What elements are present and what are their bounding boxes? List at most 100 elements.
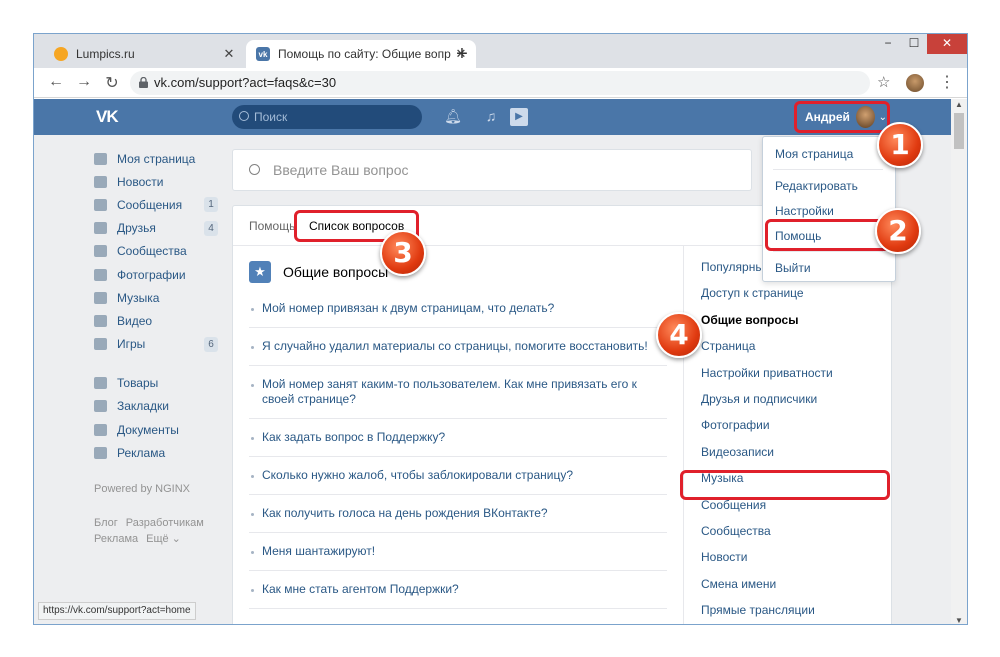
status-bar: https://vk.com/support?act=home (38, 602, 196, 620)
sidebar-item[interactable]: Друзья 4 (94, 217, 224, 240)
footer-link-more[interactable]: Ещё ⌄ (146, 533, 181, 545)
minimize-icon[interactable]: − (875, 34, 901, 54)
divider (773, 169, 883, 170)
dropdown-item-edit[interactable]: Редактировать (775, 179, 858, 193)
sidebar-item[interactable]: Моя страница (94, 147, 224, 170)
star-icon (94, 400, 107, 413)
section-title: Общие вопросы (283, 264, 389, 280)
sidebar-item[interactable]: Фотографии (94, 263, 224, 286)
maximize-icon[interactable]: ☐ (901, 34, 927, 54)
sidebar-item-label: Видео (117, 313, 153, 328)
sidebar-item-label: Друзья (117, 221, 156, 236)
tab-bar: Lumpics.ru ✕ vk Помощь по сайту: Общие в… (34, 34, 967, 68)
message-icon (94, 198, 107, 211)
sidebar-item-label: Новости (117, 174, 164, 189)
breadcrumb-help-link[interactable]: Помощь (249, 219, 295, 233)
vk-logo[interactable]: VK (96, 107, 119, 127)
category-item[interactable]: Фотографии (684, 412, 892, 438)
footer-link-blog[interactable]: Блог (94, 517, 118, 529)
sidebar-item-label: Реклама (117, 445, 166, 460)
profile-avatar[interactable] (906, 74, 924, 92)
star-icon: ★ (249, 261, 271, 283)
search-icon (249, 164, 260, 175)
bell-icon[interactable]: 🔔︎ (444, 108, 462, 126)
scroll-up-icon[interactable]: ▲ (955, 100, 963, 109)
vertical-scrollbar[interactable]: ▲ ▼ (951, 99, 967, 624)
category-item[interactable]: Сообщества (684, 518, 892, 544)
sidebar-item-label: Игры (117, 337, 146, 352)
friends-icon (94, 222, 107, 235)
question-link[interactable]: Как мне стать агентом Поддержки? (249, 571, 667, 609)
question-search-input[interactable]: Введите Ваш вопрос (232, 149, 752, 191)
scroll-down-icon[interactable]: ▼ (955, 616, 963, 624)
category-item[interactable]: Настройки приватности (684, 360, 892, 386)
sidebar-item[interactable]: Документы (94, 418, 224, 441)
play-icon[interactable]: ▶ (510, 108, 528, 126)
music-icon (94, 291, 107, 304)
reload-icon[interactable]: ↻ (102, 73, 122, 93)
dropdown-item-settings[interactable]: Настройки (775, 204, 834, 218)
step-badge-4: 4 (656, 312, 702, 358)
sidebar-item[interactable]: Закладки (94, 395, 224, 418)
category-item[interactable]: Смена имени (684, 571, 892, 597)
question-link[interactable]: Мой номер занят каким-то пользователем. … (249, 366, 667, 419)
sidebar-item-label: Моя страница (117, 151, 196, 166)
forward-arrow-icon[interactable]: → (74, 73, 94, 91)
scroll-thumb[interactable] (954, 113, 964, 149)
news-icon (94, 175, 107, 188)
games-icon (94, 338, 107, 351)
sidebar-item[interactable]: Видео (94, 309, 224, 332)
category-item[interactable]: Новости (684, 544, 892, 570)
browser-toolbar: ← → ↻ vk.com/support?act=faqs&c=30 ☆ ⋮ (34, 68, 967, 98)
question-link[interactable]: Меня шантажируют! (249, 533, 667, 571)
back-arrow-icon[interactable]: ← (46, 73, 66, 91)
count-badge: 1 (204, 197, 218, 213)
question-link[interactable]: Мой номер привязан к двум страницам, что… (249, 290, 667, 328)
sidebar-item[interactable]: Сообщения 1 (94, 193, 224, 216)
category-item[interactable]: Прямые трансляции (684, 597, 892, 623)
question-link[interactable]: Как получить голоса на день рождения ВКо… (249, 495, 667, 533)
sidebar-item-label: Сообщения (117, 197, 183, 212)
category-item[interactable]: Видеозаписи (684, 439, 892, 465)
sidebar-item[interactable]: Сообщества (94, 240, 224, 263)
avatar (855, 106, 875, 128)
sidebar-item[interactable]: Новости (94, 170, 224, 193)
user-dropdown-menu: Моя страница Редактировать Настройки Пом… (762, 136, 896, 282)
search-placeholder: Поиск (254, 110, 288, 124)
question-link[interactable]: Я случайно удалил материалы со страницы,… (249, 328, 667, 366)
powered-by: Powered by NGINX (94, 483, 190, 495)
category-item[interactable]: Друзья и подписчики (684, 386, 892, 412)
sidebar-item-label: Сообщества (117, 244, 187, 259)
footer-link-ads[interactable]: Реклама (94, 533, 138, 545)
search-icon (239, 111, 249, 121)
footer-link-developers[interactable]: Разработчикам (126, 517, 204, 529)
category-item[interactable]: Общие вопросы (684, 307, 892, 333)
tab-vk-support[interactable]: vk Помощь по сайту: Общие вопр ✕ (246, 40, 476, 68)
new-tab-button[interactable]: + (452, 43, 472, 66)
bookmark-star-icon[interactable]: ☆ (877, 73, 890, 91)
tab-close-icon[interactable]: ✕ (220, 46, 238, 62)
count-badge: 4 (204, 220, 218, 236)
user-menu-button[interactable]: Андрей ⌄ (794, 101, 890, 133)
category-item[interactable]: Страница (684, 333, 892, 359)
sidebar-item[interactable]: Музыка (94, 286, 224, 309)
chevron-down-icon: ⌄ (878, 111, 887, 123)
url-text: vk.com/support?act=faqs&c=30 (154, 75, 337, 90)
dropdown-item-logout[interactable]: Выйти (775, 261, 811, 275)
category-item[interactable]: Доступ к странице (684, 280, 892, 306)
dropdown-item-my-page[interactable]: Моя страница (775, 147, 853, 161)
sidebar-item[interactable]: Товары (94, 372, 224, 395)
search-input[interactable]: Поиск (232, 105, 422, 129)
question-link[interactable]: Как задать вопрос в Поддержку? (249, 419, 667, 457)
sidebar-item[interactable]: Реклама (94, 441, 224, 464)
category-highlight (680, 470, 890, 500)
menu-kebab-icon[interactable]: ⋮ (939, 72, 955, 92)
music-note-icon[interactable]: ♫ (482, 108, 500, 126)
tab-lumpics[interactable]: Lumpics.ru ✕ (44, 40, 244, 68)
window-close-icon[interactable]: ✕ (927, 34, 967, 54)
sidebar-item[interactable]: Игры 6 (94, 333, 224, 356)
lumpics-favicon-icon (54, 47, 68, 61)
tab-title: Помощь по сайту: Общие вопр (278, 47, 451, 61)
address-bar[interactable]: vk.com/support?act=faqs&c=30 (130, 71, 870, 95)
question-link[interactable]: Сколько нужно жалоб, чтобы заблокировали… (249, 457, 667, 495)
